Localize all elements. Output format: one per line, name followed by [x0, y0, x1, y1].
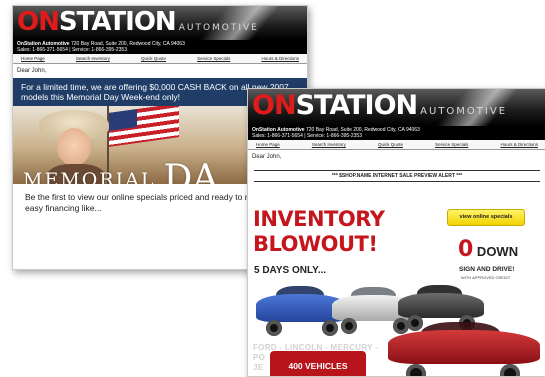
five-days-only: 5 DAYS ONLY... [254, 265, 327, 276]
nav-link-hours-directions[interactable]: Hours & Directions [500, 142, 538, 147]
greeting: Dear John, [17, 68, 47, 74]
sale-preview-alert: *** $SHOP.NAME INTERNET SALE PREVIEW ALE… [254, 170, 540, 182]
nav-link-hours-directions[interactable]: Hours & Directions [261, 56, 299, 61]
nav-link-quick-quote[interactable]: Quick Quote [141, 56, 166, 61]
nav-link-home[interactable]: Home Page [21, 56, 45, 61]
email-nav: Home Page Search Inventory Quick Quote S… [248, 140, 545, 150]
approved-credit-note: WITH APPROVED CREDIT [461, 275, 511, 280]
email-header: ONSTATION AUTOMOTIVE [13, 6, 307, 40]
email-nav: Home Page Search Inventory Quick Quote S… [13, 54, 307, 64]
email-preview-inventory-blowout: ONSTATION AUTOMOTIVE OnStation Automotive… [247, 88, 545, 377]
zero-down-offer: 0 DOWN [458, 237, 519, 262]
nav-link-service-specials[interactable]: Service Specials [435, 142, 468, 147]
sign-and-drive: SIGN AND DRIVE! [459, 266, 515, 273]
nav-link-search-inventory[interactable]: Search Inventory [76, 56, 110, 61]
view-online-specials-button[interactable]: view online specials [447, 209, 525, 226]
onstation-logo: ONSTATION AUTOMOTIVE [252, 90, 508, 121]
nav-link-quick-quote[interactable]: Quick Quote [378, 142, 403, 147]
dealer-address: OnStation Automotive 720 Bay Road, Suite… [13, 40, 307, 54]
inventory-blowout-headline: INVENTORY BLOWOUT! [253, 207, 385, 256]
american-flag-icon [109, 106, 179, 147]
email-header: ONSTATION AUTOMOTIVE [248, 89, 545, 126]
nav-link-service-specials[interactable]: Service Specials [197, 56, 230, 61]
greeting: Dear John, [252, 154, 282, 160]
nav-link-home[interactable]: Home Page [256, 142, 280, 147]
vehicles-count-badge: 400 VEHICLES [270, 351, 366, 376]
red-car-image [388, 322, 540, 376]
dealer-address: OnStation Automotive 720 Bay Road, Suite… [248, 126, 545, 140]
onstation-logo: ONSTATION AUTOMOTIVE [17, 7, 259, 37]
nav-link-search-inventory[interactable]: Search Inventory [312, 142, 346, 147]
memorial-day-text: MEMORIAL DA [23, 158, 219, 184]
